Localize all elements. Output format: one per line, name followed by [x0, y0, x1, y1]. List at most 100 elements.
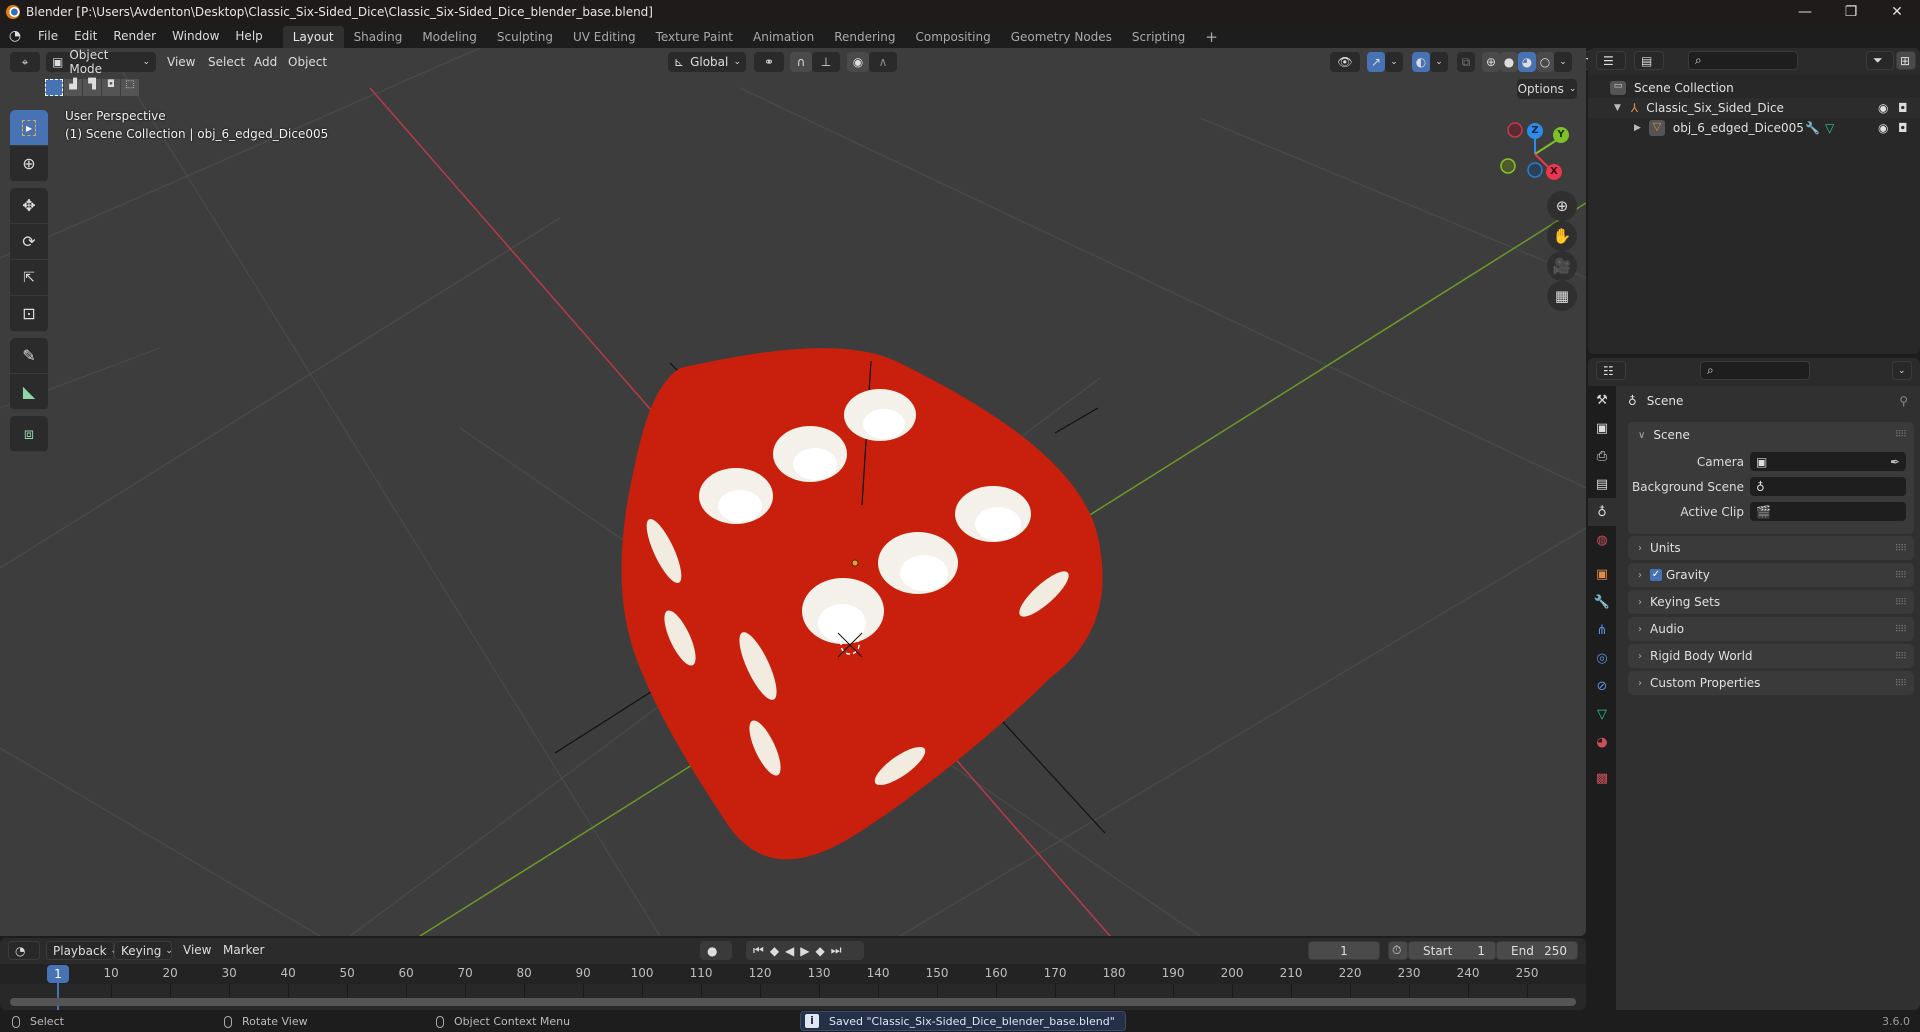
tab-animation[interactable]: Animation [743, 26, 824, 48]
tool-select-box[interactable]: ▸ [10, 110, 48, 146]
render-camera-icon[interactable]: ◘ [1898, 101, 1908, 115]
gravity-checkbox[interactable]: ✓ [1650, 569, 1662, 581]
menu-edit[interactable]: Edit [66, 24, 105, 48]
panel-keying-sets[interactable]: › Keying Sets ⠿⠿ [1628, 590, 1914, 614]
visibility-eye-icon[interactable]: ◉ [1878, 101, 1888, 115]
pivot-dropdown[interactable]: ⚭ [754, 52, 784, 72]
outliner-row-empty[interactable]: ▼ ⅄ Classic_Six_Sided_Dice ◉ ◘ [1588, 98, 1920, 118]
play-button[interactable]: ▶ [800, 944, 815, 958]
drag-handle-icon[interactable]: ⠿⠿ [1895, 571, 1907, 581]
panel-custom-properties[interactable]: › Custom Properties ⠿⠿ [1628, 671, 1914, 695]
tab-particles[interactable]: ⋔ [1588, 616, 1616, 644]
menu-marker[interactable]: Marker [223, 943, 264, 957]
drag-handle-icon[interactable]: ⠿⠿ [1895, 652, 1907, 662]
tab-layout[interactable]: Layout [282, 26, 344, 48]
shading-rendered-button[interactable]: ○ [1536, 52, 1554, 72]
playhead[interactable]: 1 [47, 965, 69, 983]
menu-select[interactable]: Select [208, 52, 245, 72]
tab-scripting[interactable]: Scripting [1122, 26, 1195, 48]
panel-audio[interactable]: › Audio ⠿⠿ [1628, 617, 1914, 641]
drag-handle-icon[interactable]: ⠿⠿ [1895, 598, 1907, 608]
menu-window[interactable]: Window [164, 24, 227, 48]
menu-view[interactable]: View [183, 943, 211, 957]
menu-object[interactable]: Object [288, 52, 327, 72]
menu-view[interactable]: View [167, 52, 195, 72]
timeline-editor-type[interactable]: ◔ [8, 941, 40, 960]
expand-triangle-icon[interactable]: ▶ [1634, 123, 1641, 133]
tab-render[interactable]: ▣ [1588, 414, 1616, 442]
tab-modifiers[interactable]: 🔧 [1588, 588, 1616, 616]
play-reverse-button[interactable]: ◀ [785, 944, 800, 958]
tool-transform[interactable]: ⊡ [10, 296, 48, 332]
tool-cursor[interactable]: ⊕ [10, 146, 48, 182]
select-intersect-button[interactable]: ⬚ [121, 79, 139, 96]
3d-viewport[interactable]: User Perspective (1) Scene Collection | … [0, 48, 1586, 936]
filter-dropdown[interactable]: ⏷ [1866, 51, 1894, 70]
tab-texture-paint[interactable]: Texture Paint [646, 26, 743, 48]
jump-end-button[interactable]: ⏭ [831, 943, 848, 958]
minimize-button[interactable]: — [1782, 0, 1828, 24]
snap-target-dropdown[interactable]: ⊥ [812, 52, 840, 72]
shading-solid-button[interactable]: ● [1500, 52, 1518, 72]
menu-help[interactable]: Help [227, 24, 270, 48]
active-clip-field[interactable]: 🎬 [1750, 502, 1906, 521]
panel-gravity[interactable]: › ✓ Gravity ⠿⠿ [1628, 563, 1914, 587]
falloff-dropdown[interactable]: ∧ [869, 52, 897, 72]
pin-icon[interactable]: ⚲ [1899, 394, 1908, 408]
tool-scale[interactable]: ⇱ [10, 260, 48, 296]
ortho-toggle-button[interactable]: ▦ [1547, 281, 1577, 311]
next-keyframe-button[interactable]: ◆ [816, 944, 831, 958]
transform-orientation-dropdown[interactable]: ⊾ Global ⌄ [668, 52, 746, 72]
select-subtract-button[interactable]: ▜ [83, 79, 101, 96]
mesh-data-icon[interactable]: ▽ [1825, 121, 1834, 135]
zoom-view-button[interactable]: ⊕ [1547, 191, 1577, 221]
tab-scene[interactable]: ♁ [1588, 498, 1616, 526]
display-mode-dropdown[interactable]: ▤ [1634, 51, 1664, 70]
auto-key-toggle[interactable]: ● [700, 941, 732, 960]
tab-physics[interactable]: ◎ [1588, 644, 1616, 672]
tab-rendering[interactable]: Rendering [824, 26, 905, 48]
overlays-dropdown[interactable]: ⌄ [1430, 52, 1448, 72]
jump-start-button[interactable]: ⏮ [753, 943, 770, 958]
menu-add[interactable]: Add [254, 52, 277, 72]
tab-constraints[interactable]: ⊘ [1588, 672, 1616, 700]
tab-geometry-nodes[interactable]: Geometry Nodes [1001, 26, 1122, 48]
tab-compositing[interactable]: Compositing [905, 26, 1000, 48]
xray-toggle[interactable]: ⧉ [1457, 52, 1475, 72]
drag-handle-icon[interactable]: ⠿⠿ [1895, 544, 1907, 554]
tab-sculpting[interactable]: Sculpting [487, 26, 563, 48]
overlays-toggle[interactable]: ◐ [1412, 52, 1430, 72]
panel-scene-header[interactable]: ∨ Scene ⠿⠿ [1628, 422, 1914, 448]
properties-editor-type[interactable]: ☷ [1596, 361, 1626, 380]
timeline-scrollbar[interactable] [10, 998, 1576, 1006]
maximize-button[interactable]: ❐ [1828, 0, 1874, 24]
tab-output[interactable]: ⎙ [1588, 442, 1616, 470]
drag-handle-icon[interactable]: ⠿⠿ [1895, 430, 1907, 440]
tab-material[interactable]: ◕ [1588, 728, 1616, 756]
gizmo-z-axis[interactable]: Z [1527, 123, 1543, 139]
current-frame-field[interactable]: 1 [1308, 941, 1380, 960]
background-scene-field[interactable]: ♁ [1750, 477, 1906, 496]
prev-keyframe-button[interactable]: ◆ [770, 944, 785, 958]
outliner-search-input[interactable]: ⌕ [1688, 51, 1798, 70]
tab-data[interactable]: ▽ [1588, 700, 1616, 728]
panel-units[interactable]: › Units ⠿⠿ [1628, 536, 1914, 560]
outliner-row-mesh[interactable]: ▶ ▽ obj_6_edged_Dice005 🔧 ▽ ◉ ◘ [1588, 118, 1920, 138]
blender-menu-icon[interactable]: ◔ [0, 28, 30, 44]
drag-handle-icon[interactable]: ⠿⠿ [1895, 625, 1907, 635]
drag-handle-icon[interactable]: ⠿⠿ [1895, 679, 1907, 689]
gizmo-x-axis[interactable]: X [1546, 164, 1562, 180]
3d-cursor-icon[interactable] [837, 632, 863, 658]
camera-view-button[interactable]: 🎥 [1547, 251, 1577, 281]
new-collection-button[interactable]: ⊞ [1896, 51, 1916, 70]
gizmo-toggle[interactable]: ↗ [1367, 52, 1385, 72]
menu-render[interactable]: Render [105, 24, 164, 48]
editor-type-button[interactable]: ⌖ [10, 52, 40, 72]
playback-dropdown[interactable]: Playback⌄ [46, 941, 118, 960]
tab-world[interactable]: ◍ [1588, 526, 1616, 554]
outliner-editor-type[interactable]: ☰ [1596, 51, 1626, 70]
mode-dropdown[interactable]: ▣ Object Mode ⌄ [46, 48, 156, 76]
eyedropper-icon[interactable]: ✒ [1890, 455, 1900, 469]
camera-field[interactable]: ▣ ✒ [1750, 452, 1906, 471]
tab-view-layer[interactable]: ▤ [1588, 470, 1616, 498]
